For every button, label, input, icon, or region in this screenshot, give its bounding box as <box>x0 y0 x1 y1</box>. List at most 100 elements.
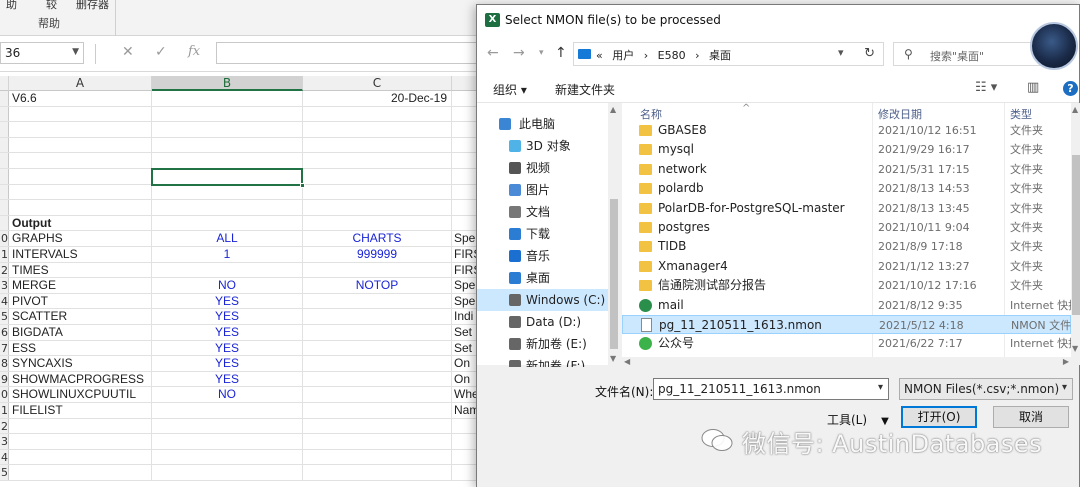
chevron-down-icon[interactable]: ▼ <box>72 47 79 57</box>
cell-c[interactable] <box>303 184 452 200</box>
scroll-thumb[interactable] <box>1072 155 1080 315</box>
ribbon-item[interactable]: 较 <box>46 0 57 12</box>
help-icon[interactable]: ? <box>1063 81 1078 96</box>
cancel-icon[interactable]: ✕ <box>122 44 134 60</box>
cell-a[interactable] <box>9 184 152 200</box>
cell-c[interactable] <box>303 309 452 324</box>
cell-c[interactable] <box>303 137 452 153</box>
cell-a[interactable] <box>9 137 152 153</box>
cell-c[interactable] <box>303 434 452 449</box>
cell-c[interactable]: 999999 <box>303 247 452 262</box>
cell-a[interactable]: TIMES <box>9 262 152 278</box>
cell-b[interactable] <box>152 122 303 137</box>
row-header[interactable]: 4 <box>0 449 9 465</box>
up-icon[interactable]: ↑ <box>555 45 567 61</box>
list-item[interactable]: PolarDB-for-PostgreSQL-master 2021/8/13 1… <box>622 199 1071 218</box>
navigation-scrollbar[interactable]: ▲ ▼ <box>608 103 620 365</box>
view-options-icon[interactable]: ☷ ▾ <box>975 80 997 95</box>
cell-a[interactable]: INTERVALS <box>9 247 152 262</box>
search-box[interactable]: ⚲ 搜索"桌面" <box>893 42 1043 66</box>
row-header[interactable] <box>0 153 9 168</box>
row-header[interactable] <box>0 106 9 122</box>
row-header[interactable]: 1 <box>0 403 9 418</box>
cell-c[interactable] <box>303 153 452 168</box>
cell-b[interactable] <box>152 184 303 200</box>
nav-item[interactable]: 图片 <box>477 179 610 201</box>
scroll-down-icon[interactable]: ▼ <box>610 354 616 363</box>
list-item[interactable]: postgres 2021/10/11 9:04 文件夹 <box>622 218 1071 237</box>
ribbon-item[interactable]: 删存器 <box>76 0 109 12</box>
cell-a[interactable]: SHOWLINUXCPUUTIL <box>9 387 152 402</box>
fill-handle[interactable] <box>300 183 305 188</box>
column-header-c[interactable]: C <box>303 76 452 91</box>
row-header[interactable] <box>0 122 9 137</box>
nav-item[interactable]: 视频 <box>477 157 610 179</box>
preview-pane-icon[interactable]: ▥ <box>1027 80 1039 95</box>
cell-a[interactable] <box>9 106 152 122</box>
nav-item[interactable]: 下载 <box>477 223 610 245</box>
row-header[interactable]: 7 <box>0 340 9 356</box>
new-folder-button[interactable]: 新建文件夹 <box>555 81 615 98</box>
cell-c[interactable] <box>303 387 452 402</box>
row-header[interactable] <box>0 137 9 153</box>
nav-item[interactable]: 音乐 <box>477 245 610 267</box>
cell-b[interactable]: NO <box>152 278 303 293</box>
cell-b[interactable]: ALL <box>152 231 303 246</box>
cell-b[interactable] <box>152 106 303 122</box>
nav-item[interactable]: 文档 <box>477 201 610 223</box>
row-header[interactable] <box>0 184 9 200</box>
list-item[interactable]: 公众号 2021/6/22 7:17 Internet 快捷 <box>622 334 1071 353</box>
list-item[interactable]: TIDB 2021/8/9 17:18 文件夹 <box>622 237 1071 256</box>
filename-input[interactable]: pg_11_210511_1613.nmon ▾ <box>653 378 889 400</box>
nav-item[interactable]: 3D 对象 <box>477 135 610 157</box>
scroll-right-icon[interactable]: ▶ <box>1063 357 1069 366</box>
insert-function-icon[interactable]: fx <box>188 44 200 59</box>
cell-b[interactable] <box>152 403 303 418</box>
cell-a[interactable]: SYNCAXIS <box>9 356 152 371</box>
chevron-down-icon[interactable]: ▾ <box>878 382 883 393</box>
list-item[interactable]: network 2021/5/31 17:15 文件夹 <box>622 160 1071 179</box>
row-header[interactable] <box>0 215 9 231</box>
cell-b[interactable] <box>152 137 303 153</box>
cell-b[interactable] <box>152 449 303 465</box>
cell-a[interactable] <box>9 465 152 480</box>
cell-b[interactable] <box>152 418 303 434</box>
cell-a[interactable]: Output <box>9 215 152 231</box>
back-icon[interactable]: ← <box>487 45 499 61</box>
breadcrumb-separator[interactable]: › <box>695 49 699 62</box>
row-header[interactable] <box>0 91 9 106</box>
list-item[interactable]: GBASE8 2021/10/12 16:51 文件夹 <box>622 121 1071 140</box>
cell-a[interactable] <box>9 434 152 449</box>
row-header[interactable]: 0 <box>0 387 9 402</box>
cell-a[interactable]: FILELIST <box>9 403 152 418</box>
breadcrumb-separator[interactable]: › <box>644 49 648 62</box>
cell-a[interactable] <box>9 200 152 215</box>
scroll-thumb[interactable] <box>610 199 618 349</box>
cell-a[interactable]: MERGE <box>9 278 152 293</box>
row-header[interactable]: 8 <box>0 356 9 371</box>
filetype-select[interactable]: NMON Files(*.csv;*.nmon) ▾ <box>899 378 1073 400</box>
cell-a[interactable] <box>9 122 152 137</box>
cell-a[interactable]: SHOWMACPROGRESS <box>9 371 152 387</box>
cell-b[interactable] <box>152 153 303 168</box>
list-item[interactable]: mysql 2021/9/29 16:17 文件夹 <box>622 140 1071 159</box>
cell-c[interactable] <box>303 465 452 480</box>
cell-b[interactable] <box>152 215 303 231</box>
list-item[interactable]: Xmanager4 2021/1/12 13:27 文件夹 <box>622 257 1071 276</box>
formula-input[interactable] <box>216 42 486 64</box>
forward-icon[interactable]: → <box>513 45 525 61</box>
cell-c[interactable]: NOTOP <box>303 278 452 293</box>
cell-b[interactable] <box>152 434 303 449</box>
breadcrumb-item[interactable]: E580 <box>658 49 686 62</box>
cell-c[interactable] <box>303 449 452 465</box>
list-item[interactable]: pg_11_210511_1613.nmon 2021/5/12 4:18 NMON… <box>622 315 1071 335</box>
scroll-left-icon[interactable]: ◀ <box>624 357 630 366</box>
list-item[interactable]: polardb 2021/8/13 14:53 文件夹 <box>622 179 1071 198</box>
cell-a[interactable] <box>9 153 152 168</box>
scroll-up-icon[interactable]: ▲ <box>610 105 616 114</box>
cell-c[interactable] <box>303 122 452 137</box>
cell-b[interactable]: YES <box>152 309 303 324</box>
nav-item[interactable]: Windows (C:) <box>477 289 610 311</box>
row-header[interactable]: 9 <box>0 371 9 387</box>
spreadsheet-grid[interactable]: V6.6 20-Dec-19 Output 0 GRAPHS ALL CHARTS Spe 1 I… <box>0 91 480 487</box>
